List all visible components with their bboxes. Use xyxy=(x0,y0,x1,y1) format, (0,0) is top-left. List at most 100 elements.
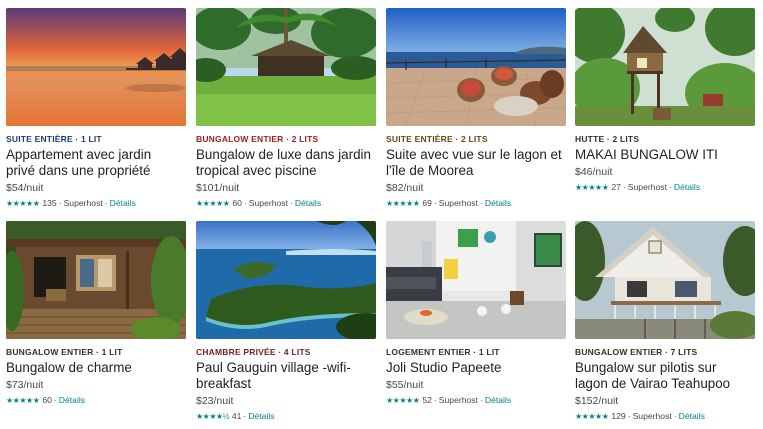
listing-type: BUNGALOW ENTIER · 2 LITS xyxy=(196,134,319,144)
separator-dot: · xyxy=(53,395,57,405)
listing-title-line-1: Joli Studio Papeete xyxy=(386,360,502,375)
separator-dot: · xyxy=(104,198,108,208)
listing-card-studio-papeete[interactable]: LOGEMENT ENTIER · 1 LIT Joli Studio Pape… xyxy=(386,221,566,406)
listing-rating-row: ★★★★★ 52 · Superhost · Détails xyxy=(386,395,566,406)
listing-grid: SUITE ENTIÈRE · 1 LIT Appartement avec j… xyxy=(0,0,763,429)
details-link[interactable]: Détails xyxy=(110,198,136,209)
listing-title[interactable]: MAKAI BUNGALOW ITI xyxy=(575,147,755,163)
separator-dot: · xyxy=(479,395,483,405)
listing-title[interactable]: Bungalow de luxe dans jardin tropical av… xyxy=(196,147,376,179)
separator-dot: · xyxy=(479,198,483,208)
listing-type: CHAMBRE PRIVÉE · 4 LITS xyxy=(196,347,311,357)
listing-title-line-1: Appartement avec jardin xyxy=(6,147,152,162)
listing-type: BUNGALOW ENTIER · 7 LITS xyxy=(575,347,698,357)
listing-photo-treehouse-hut[interactable] xyxy=(575,8,755,126)
listing-price: $82/nuit xyxy=(386,182,424,194)
superhost-label: Superhost xyxy=(248,198,288,208)
details-link[interactable]: Détails xyxy=(295,198,321,209)
listing-rating-row: ★★★★★ 27 · Superhost · Détails xyxy=(575,182,755,193)
separator-dot: · xyxy=(622,182,626,192)
superhost-label: Superhost xyxy=(438,395,478,405)
listing-title-line-1: Paul Gauguin village -wifi- xyxy=(196,360,351,375)
review-count: 27 xyxy=(611,182,621,192)
listing-price: $152/nuit xyxy=(575,395,619,407)
listing-title-line-2: breakfast xyxy=(196,376,252,391)
star-rating-icon: ★★★★★ xyxy=(6,199,40,208)
listing-price: $73/nuit xyxy=(6,379,44,391)
listing-title-line-2: tropical avec piscine xyxy=(196,163,317,178)
review-count: 60 xyxy=(232,198,242,208)
star-rating-icon: ★★★★★ xyxy=(386,396,420,405)
listing-title-line-1: Bungalow de charme xyxy=(6,360,132,375)
star-rating-icon: ★★★★★ xyxy=(386,199,420,208)
listing-card-gauguin[interactable]: CHAMBRE PRIVÉE · 4 LITS Paul Gauguin vil… xyxy=(196,221,376,422)
listing-title[interactable]: Bungalow de charme xyxy=(6,360,186,376)
superhost-label: Superhost xyxy=(438,198,478,208)
listing-title[interactable]: Suite avec vue sur le lagon et l'île de … xyxy=(386,147,566,179)
details-link[interactable]: Détails xyxy=(59,395,85,406)
listing-rating-row: ★★★★½ 41 · Détails xyxy=(196,411,376,422)
listing-photo-garden-bungalow[interactable] xyxy=(196,8,376,126)
listing-title[interactable]: Paul Gauguin village -wifi- breakfast xyxy=(196,360,376,392)
separator-dot: · xyxy=(668,182,672,192)
superhost-label: Superhost xyxy=(627,182,667,192)
listing-type: LOGEMENT ENTIER · 1 LIT xyxy=(386,347,500,357)
listing-rating-row: ★★★★★ 129 · Superhost · Détails xyxy=(575,411,755,422)
superhost-label: Superhost xyxy=(63,198,103,208)
listing-card-bungalow-charme[interactable]: BUNGALOW ENTIER · 1 LIT Bungalow de char… xyxy=(6,221,186,406)
separator-dot: · xyxy=(243,198,247,208)
review-count: 135 xyxy=(42,198,57,208)
star-rating-icon: ★★★★★ xyxy=(575,183,609,192)
listing-type: SUITE ENTIÈRE · 2 LITS xyxy=(386,134,488,144)
listing-type: BUNGALOW ENTIER · 1 LIT xyxy=(6,347,123,357)
listing-photo-bay-view[interactable] xyxy=(196,221,376,339)
listing-photo-sunset-overwater[interactable] xyxy=(6,8,186,126)
details-link[interactable]: Détails xyxy=(485,395,511,406)
separator-dot: · xyxy=(673,411,677,421)
sunset-lagoon-image xyxy=(6,8,186,126)
listing-rating-row: ★★★★★ 60 · Détails xyxy=(6,395,186,406)
listing-card-suite-lagon[interactable]: SUITE ENTIÈRE · 2 LITS Suite avec vue su… xyxy=(386,8,566,209)
star-rating-icon: ★★★★★ xyxy=(575,412,609,421)
review-count: 60 xyxy=(42,395,52,405)
listing-photo-terrace-view[interactable] xyxy=(386,8,566,126)
details-link[interactable]: Détails xyxy=(248,411,274,422)
listing-title-line-1: Bungalow de luxe dans jardin xyxy=(196,147,371,162)
listing-rating-row: ★★★★★ 69 · Superhost · Détails xyxy=(386,198,566,209)
listing-photo-studio-interior[interactable] xyxy=(386,221,566,339)
listing-title[interactable]: Joli Studio Papeete xyxy=(386,360,566,376)
listing-price: $46/nuit xyxy=(575,166,613,178)
tree-hut-image xyxy=(575,8,755,126)
separator-dot: · xyxy=(627,411,631,421)
details-link[interactable]: Détails xyxy=(674,182,700,193)
listing-title-line-2: l'île de Moorea xyxy=(386,163,474,178)
listing-title-line-1: Bungalow sur pilotis sur xyxy=(575,360,717,375)
listing-price: $101/nuit xyxy=(196,182,240,194)
listing-card-makai[interactable]: HUTTE · 2 LITS MAKAI BUNGALOW ITI $46/nu… xyxy=(575,8,755,193)
listing-title-line-2: lagon de Vairao Teahupoo xyxy=(575,376,731,391)
listing-title-line-1: Suite avec vue sur le lagon et xyxy=(386,147,562,162)
listing-title-line-1: MAKAI BUNGALOW ITI xyxy=(575,147,718,162)
details-link[interactable]: Détails xyxy=(679,411,705,422)
separator-dot: · xyxy=(58,198,62,208)
listing-photo-stilt-bungalow[interactable] xyxy=(575,221,755,339)
bay-island-image xyxy=(196,221,376,339)
details-link[interactable]: Détails xyxy=(485,198,511,209)
review-count: 69 xyxy=(422,198,432,208)
superhost-label: Superhost xyxy=(632,411,672,421)
listing-price: $23/nuit xyxy=(196,395,234,407)
listing-card-pilotis[interactable]: BUNGALOW ENTIER · 7 LITS Bungalow sur pi… xyxy=(575,221,755,422)
stilt-bungalow-image xyxy=(575,221,755,339)
separator-dot: · xyxy=(433,198,437,208)
listing-card-bungalow-luxe[interactable]: BUNGALOW ENTIER · 2 LITS Bungalow de lux… xyxy=(196,8,376,209)
star-rating-icon: ★★★★½ xyxy=(196,412,229,421)
separator-dot: · xyxy=(243,411,247,421)
listing-title[interactable]: Appartement avec jardin privé dans une p… xyxy=(6,147,186,179)
listing-photo-wooden-porch[interactable] xyxy=(6,221,186,339)
separator-dot: · xyxy=(289,198,293,208)
listing-card-appartement[interactable]: SUITE ENTIÈRE · 1 LIT Appartement avec j… xyxy=(6,8,186,209)
listing-rating-row: ★★★★★ 135 · Superhost · Détails xyxy=(6,198,186,209)
listing-title-line-2: privé dans une propriété xyxy=(6,163,151,178)
listing-title[interactable]: Bungalow sur pilotis sur lagon de Vairao… xyxy=(575,360,755,392)
star-rating-icon: ★★★★★ xyxy=(196,199,230,208)
